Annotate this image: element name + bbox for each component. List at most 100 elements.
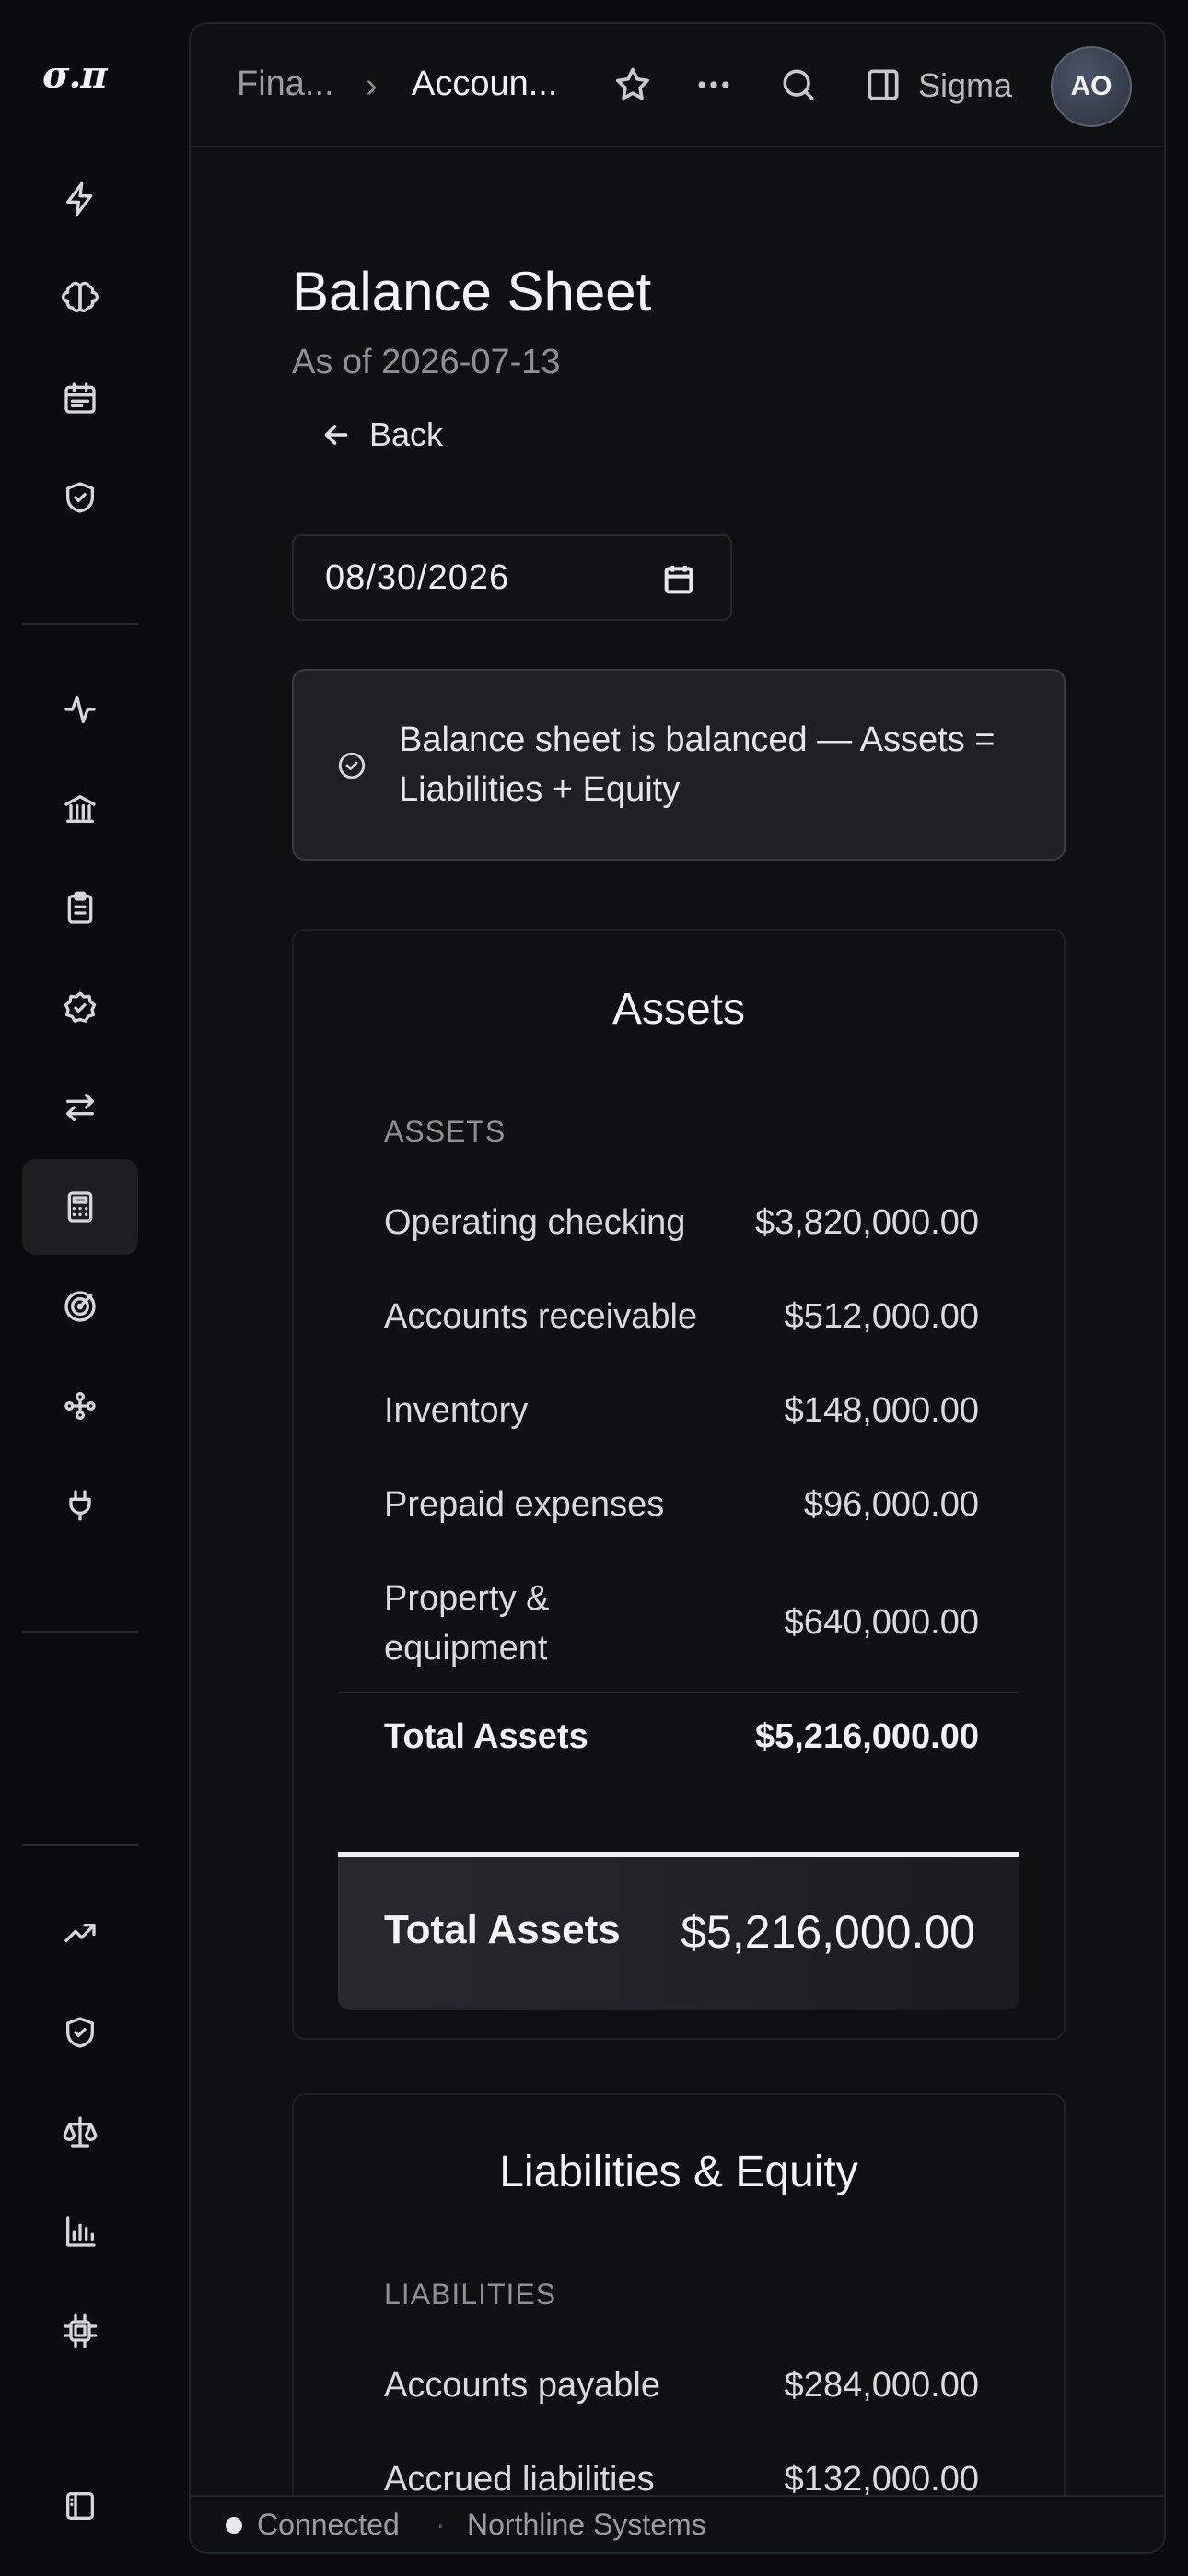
status-separator: · xyxy=(436,2508,446,2541)
clipboard-icon xyxy=(67,891,93,924)
panel-right-icon xyxy=(868,69,899,100)
workflow-icon xyxy=(64,1392,96,1420)
connection-status-dot xyxy=(226,2517,242,2534)
nav-transfers[interactable] xyxy=(22,1060,138,1155)
activity-icon xyxy=(64,696,96,723)
check-circle-icon xyxy=(336,750,367,781)
row-value: $148,000.00 xyxy=(784,1391,979,1430)
nav-reports[interactable] xyxy=(22,2184,138,2279)
assets-card: Assets ASSETS Operating checking $3,820,… xyxy=(292,929,1066,2040)
nav-bolt[interactable] xyxy=(22,151,138,247)
nav-approvals[interactable] xyxy=(22,960,138,1056)
table-row: Property & equipment $640,000.00 xyxy=(384,1574,979,1673)
rail-divider xyxy=(22,623,138,625)
calculator-icon xyxy=(67,1191,93,1223)
scale-icon xyxy=(63,2116,98,2148)
organization-name: Northline Systems xyxy=(467,2508,706,2541)
shield-check-icon xyxy=(66,482,95,513)
nav-accounting[interactable] xyxy=(22,1159,138,1255)
plug-icon xyxy=(69,1490,91,1521)
app-logo[interactable]: σ.π xyxy=(42,53,120,101)
row-value: $3,820,000.00 xyxy=(754,1203,979,1242)
nav-activity[interactable] xyxy=(22,662,138,757)
back-button[interactable]: Back xyxy=(320,404,443,466)
chevron-right-icon: › xyxy=(366,66,378,105)
breadcrumb-current: Accoun... xyxy=(412,64,558,103)
nav-targets[interactable] xyxy=(22,1259,138,1354)
grand-total-box: Total Assets $5,216,000.00 xyxy=(338,1852,1019,2010)
page-title: Balance Sheet xyxy=(292,261,652,322)
row-label: Prepaid expenses xyxy=(384,1485,665,1524)
row-label: Accounts receivable xyxy=(384,1297,698,1336)
connection-status: Connected xyxy=(257,2508,400,2541)
arrows-left-right-icon xyxy=(66,1094,95,1121)
date-value: 08/30/2026 xyxy=(325,557,510,597)
grand-total-value: $5,216,000.00 xyxy=(681,1906,975,1958)
nav-trends[interactable] xyxy=(22,1885,138,1981)
sidebar-toggle-icon xyxy=(66,2492,94,2520)
more-options-button[interactable] xyxy=(693,64,738,109)
nav-security[interactable] xyxy=(22,450,138,545)
nav-compliance[interactable] xyxy=(22,1985,138,2080)
star-icon xyxy=(616,67,649,100)
row-label: Operating checking xyxy=(384,1203,686,1242)
nav-workflows[interactable] xyxy=(22,1358,138,1454)
arrow-left-icon xyxy=(324,425,348,445)
workspace-name[interactable]: Sigma xyxy=(918,66,1012,105)
favorite-button[interactable] xyxy=(612,64,657,109)
rail-divider xyxy=(22,1844,138,1846)
trending-up-icon xyxy=(64,1924,96,1942)
status-bar: Connected · Northline Systems xyxy=(191,2495,1164,2552)
rail-divider xyxy=(22,1631,138,1633)
bar-chart-icon xyxy=(66,2216,96,2247)
target-icon xyxy=(64,1291,96,1322)
assets-section-label: ASSETS xyxy=(384,1115,507,1148)
nav-bank[interactable] xyxy=(22,761,138,857)
total-value: $5,216,000.00 xyxy=(754,1717,979,1756)
more-horizontal-icon xyxy=(698,81,729,88)
left-rail: σ.π xyxy=(0,0,162,2576)
row-value: $284,000.00 xyxy=(784,2366,979,2405)
row-value: $96,000.00 xyxy=(803,1485,979,1524)
calendar-picker-icon[interactable] xyxy=(660,561,697,598)
row-value: $132,000.00 xyxy=(784,2460,979,2499)
main-panel: Fina... › Accoun... Sigma AO Balance She… xyxy=(189,22,1166,2554)
top-bar: Fina... › Accoun... Sigma AO xyxy=(191,24,1164,147)
panel-toggle-button[interactable] xyxy=(863,64,907,109)
liabilities-equity-card: Liabilities & Equity LIABILITIES Account… xyxy=(292,2093,1066,2499)
nav-clipboard[interactable] xyxy=(22,861,138,956)
liabilities-section-label: LIABILITIES xyxy=(384,2277,557,2311)
shield-check-icon xyxy=(66,2017,95,2048)
page-subtitle: As of 2026-07-13 xyxy=(292,343,561,381)
row-value: $640,000.00 xyxy=(784,1603,979,1642)
chip-icon xyxy=(63,2313,98,2348)
grand-total-label: Total Assets xyxy=(384,1907,621,1952)
row-label: Inventory xyxy=(384,1391,529,1430)
bank-icon xyxy=(64,795,96,823)
calendar-icon xyxy=(64,382,96,414)
avatar[interactable]: AO xyxy=(1051,46,1132,127)
nav-brain[interactable] xyxy=(22,251,138,346)
row-label: Accrued liabilities xyxy=(384,2460,655,2499)
search-button[interactable] xyxy=(778,64,822,109)
search-icon xyxy=(783,69,814,100)
row-divider xyxy=(338,1692,1019,1693)
nav-legal[interactable] xyxy=(22,2084,138,2180)
back-label: Back xyxy=(369,416,444,453)
assets-title: Assets xyxy=(611,985,746,1034)
total-label: Total Assets xyxy=(384,1717,588,1756)
nav-integrations[interactable] xyxy=(22,1458,138,1553)
bolt-icon xyxy=(66,181,93,217)
nav-calendar[interactable] xyxy=(22,350,138,446)
sidebar-toggle[interactable] xyxy=(22,2458,138,2554)
breadcrumb-parent[interactable]: Fina... xyxy=(237,64,334,104)
page-content: Balance Sheet As of 2026-07-13 Back 08/3… xyxy=(191,149,1164,2499)
alert-text: Balance sheet is balanced — Assets = Lia… xyxy=(399,720,996,809)
row-label: Property & equipment xyxy=(384,1579,550,1668)
row-value: $512,000.00 xyxy=(784,1297,979,1336)
liabilities-title: Liabilities & Equity xyxy=(499,2148,858,2196)
nav-hardware[interactable] xyxy=(22,2283,138,2379)
brain-icon xyxy=(62,281,99,312)
balance-status-alert: Balance sheet is balanced — Assets = Lia… xyxy=(292,669,1066,861)
as-of-date-input[interactable]: 08/30/2026 xyxy=(292,534,732,621)
